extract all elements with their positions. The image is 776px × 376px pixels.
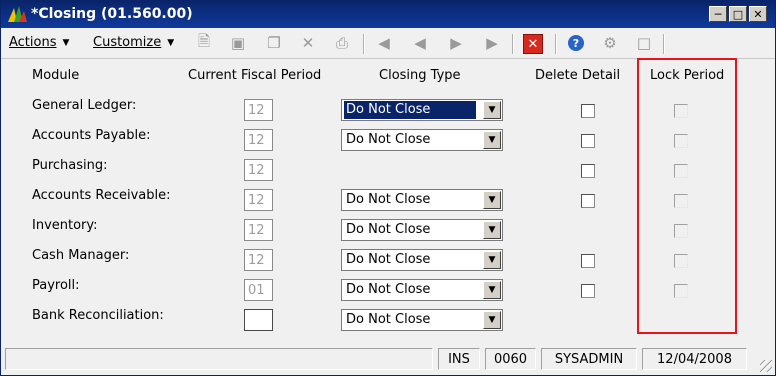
closing-type-select-payroll[interactable]: Do Not Close ▼ — [341, 279, 503, 301]
period-field-bank-reconciliation[interactable] — [244, 309, 273, 331]
module-label-general-ledger: General Ledger: — [32, 98, 137, 113]
dropdown-arrow-icon[interactable]: ▼ — [483, 221, 501, 239]
dropdown-arrow-icon[interactable]: ▼ — [483, 131, 501, 149]
save-icon[interactable]: ▣ — [229, 34, 247, 52]
actions-menu-label: Actions — [9, 35, 57, 50]
maximize-icon: □ — [732, 7, 744, 21]
status-company: 0060 — [485, 348, 536, 370]
previous-record-icon[interactable]: ◀ — [411, 34, 429, 52]
period-field-accounts-payable[interactable]: 12 — [244, 129, 273, 151]
new-icon[interactable]: 🗎 — [195, 32, 213, 52]
dropdown-arrow-icon[interactable]: ▼ — [483, 311, 501, 329]
status-bar: INS 0060 SYSADMIN 12/04/2008 — [1, 343, 775, 375]
closing-type-value: Do Not Close — [346, 222, 431, 237]
closing-type-value: Do Not Close — [346, 312, 431, 327]
next-record-icon[interactable]: ▶ — [447, 34, 465, 52]
dropdown-arrow-icon[interactable]: ▼ — [483, 191, 501, 209]
print-icon[interactable]: ⎙ — [333, 34, 351, 52]
closing-type-select-general-ledger[interactable]: Do Not Close ▼ — [341, 99, 503, 121]
module-label-purchasing: Purchasing: — [32, 158, 108, 173]
dropdown-arrow-icon[interactable]: ▼ — [483, 281, 501, 299]
toolbar: Actions ▼ Customize ▼ 🗎 ▣ ❐ ✕ ⎙ ◀ ◀ ▶ ▶ ✕ … — [1, 29, 775, 59]
title-bar[interactable]: *Closing (01.560.00) ─ □ ✕ — [1, 1, 775, 28]
notes-icon[interactable]: □ — [635, 34, 653, 52]
module-label-inventory: Inventory: — [32, 218, 98, 233]
module-label-cash-manager: Cash Manager: — [32, 248, 130, 263]
closing-type-select-cash-manager[interactable]: Do Not Close ▼ — [341, 249, 503, 271]
copy-icon[interactable]: ❐ — [265, 34, 283, 52]
period-field-cash-manager[interactable]: 12 — [244, 249, 273, 271]
help-icon[interactable]: ? — [567, 34, 585, 52]
delete-detail-checkbox-accounts-payable[interactable] — [581, 134, 595, 148]
closing-type-value: Do Not Close — [346, 282, 431, 297]
module-label-accounts-payable: Accounts Payable: — [32, 128, 151, 143]
svg-text:?: ? — [573, 37, 579, 50]
delete-detail-checkbox-purchasing[interactable] — [581, 164, 595, 178]
last-record-icon[interactable]: ▶ — [483, 34, 501, 52]
module-header: Module — [32, 68, 80, 83]
delete-detail-header: Delete Detail — [535, 68, 621, 83]
status-user: SYSADMIN — [541, 348, 637, 370]
closing-type-header: Closing Type — [379, 68, 461, 83]
closing-type-value: Do Not Close — [344, 101, 476, 119]
module-label-payroll: Payroll: — [32, 278, 80, 293]
delete-detail-checkbox-payroll[interactable] — [581, 284, 595, 298]
closing-type-value: Do Not Close — [346, 252, 431, 267]
dropdown-arrow-icon[interactable]: ▼ — [483, 251, 501, 269]
close-icon: ✕ — [753, 7, 763, 21]
close-button[interactable]: ✕ — [749, 6, 767, 22]
closing-form: Module Current Fiscal Period Closing Typ… — [2, 58, 775, 342]
dropdown-arrow-icon[interactable]: ▼ — [483, 101, 501, 119]
lock-period-highlight-box — [637, 58, 737, 334]
period-field-purchasing[interactable]: 12 — [244, 159, 273, 181]
module-label-accounts-receivable: Accounts Receivable: — [32, 188, 171, 203]
actions-menu[interactable]: Actions ▼ — [9, 35, 69, 50]
customize-menu-label: Customize — [93, 35, 162, 50]
closing-type-select-accounts-payable[interactable]: Do Not Close ▼ — [341, 129, 503, 151]
minimize-icon: ─ — [714, 7, 722, 21]
maximize-button[interactable]: □ — [729, 6, 747, 22]
closing-type-select-bank-reconciliation[interactable]: Do Not Close ▼ — [341, 309, 503, 331]
period-field-general-ledger[interactable]: 12 — [244, 99, 273, 121]
status-date: 12/04/2008 — [642, 348, 747, 370]
period-field-inventory[interactable]: 12 — [244, 219, 273, 241]
closing-type-select-accounts-receivable[interactable]: Do Not Close ▼ — [341, 189, 503, 211]
chevron-down-icon: ▼ — [167, 38, 175, 48]
status-message — [5, 348, 433, 370]
window-title: *Closing (01.560.00) — [31, 6, 193, 22]
status-mode: INS — [438, 348, 480, 370]
minimize-button[interactable]: ─ — [709, 6, 727, 22]
period-field-payroll[interactable]: 01 — [244, 279, 273, 301]
closing-type-select-inventory[interactable]: Do Not Close ▼ — [341, 219, 503, 241]
closing-window: *Closing (01.560.00) ─ □ ✕ Actions ▼ Cust… — [0, 0, 776, 376]
close-window-icon[interactable]: ✕ — [523, 34, 543, 54]
delete-icon[interactable]: ✕ — [299, 34, 317, 52]
chevron-down-icon: ▼ — [62, 38, 70, 48]
delete-detail-checkbox-general-ledger[interactable] — [581, 104, 595, 118]
app-logo-icon — [8, 6, 27, 22]
closing-type-value: Do Not Close — [346, 132, 431, 147]
resize-grip-icon[interactable] — [760, 360, 772, 372]
delete-detail-checkbox-cash-manager[interactable] — [581, 254, 595, 268]
module-label-bank-reconciliation: Bank Reconciliation: — [32, 308, 164, 323]
delete-detail-checkbox-accounts-receivable[interactable] — [581, 194, 595, 208]
first-record-icon[interactable]: ◀ — [375, 34, 393, 52]
customize-menu[interactable]: Customize ▼ — [93, 35, 174, 50]
period-field-accounts-receivable[interactable]: 12 — [244, 189, 273, 211]
closing-type-value: Do Not Close — [346, 192, 431, 207]
link-icon[interactable]: ⚙ — [601, 34, 619, 52]
fiscal-period-header: Current Fiscal Period — [188, 68, 322, 83]
